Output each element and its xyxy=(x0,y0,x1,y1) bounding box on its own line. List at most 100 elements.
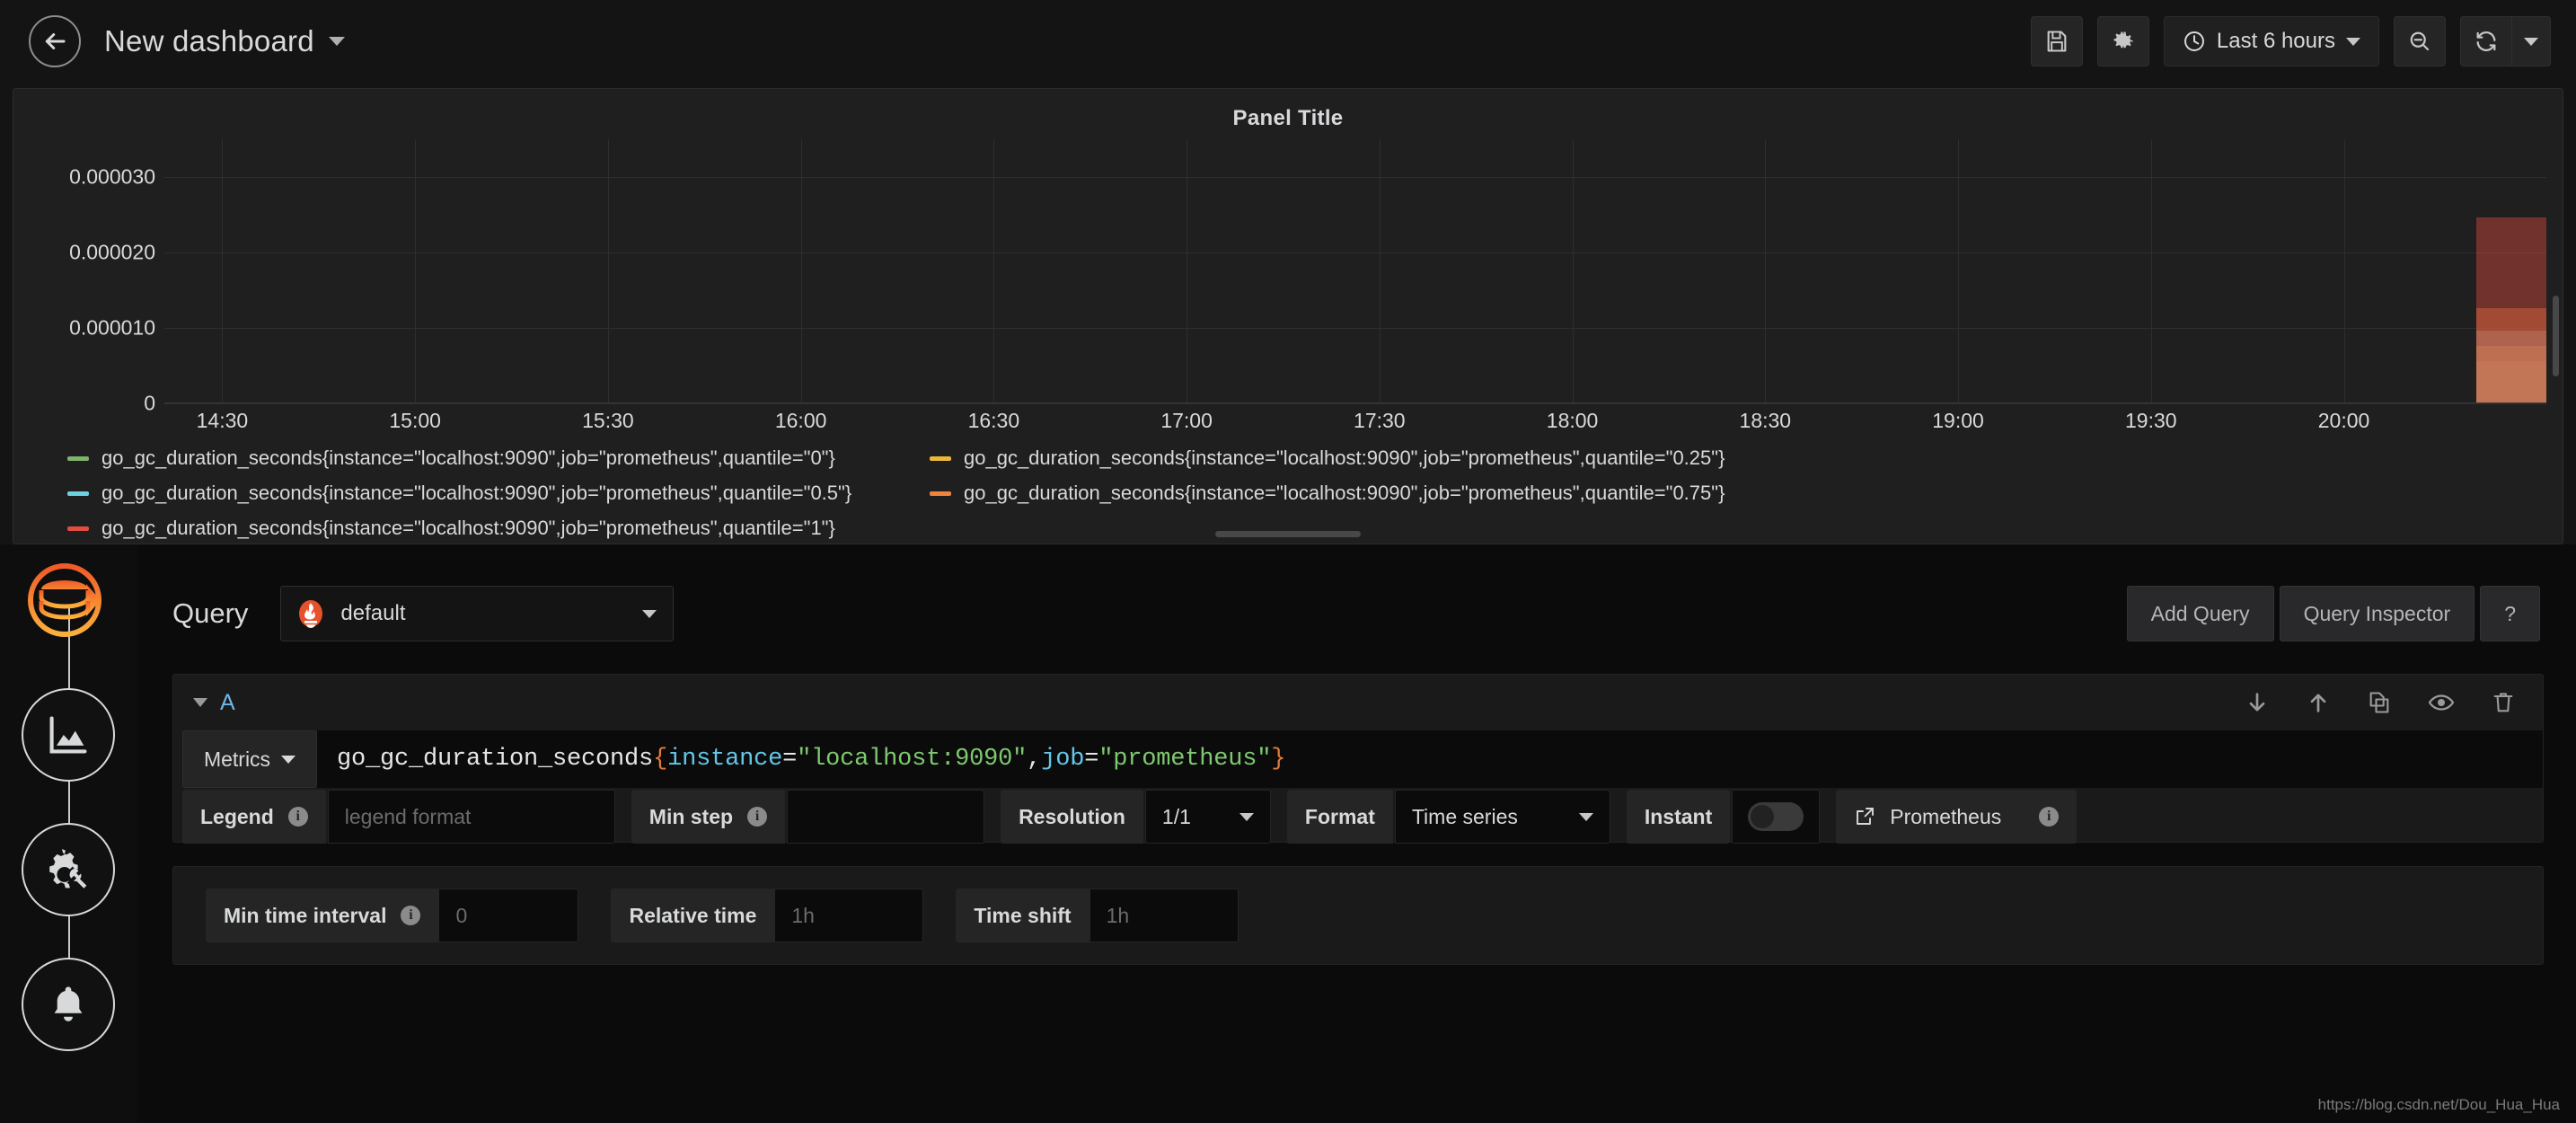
x-axis-tick-label: 17:30 xyxy=(1354,409,1406,433)
legend-color-swatch[interactable] xyxy=(67,526,89,531)
query-row-actions xyxy=(2245,690,2523,715)
expr-close-brace: } xyxy=(1271,746,1285,773)
datasource-picker[interactable]: default xyxy=(280,586,674,641)
expr-label-key-1: job xyxy=(1041,746,1084,773)
legend-series-name: go_gc_duration_seconds{instance="localho… xyxy=(964,482,1725,505)
chevron-down-icon xyxy=(281,756,296,764)
remove-query-button[interactable] xyxy=(2491,690,2516,715)
info-icon[interactable]: i xyxy=(2039,807,2059,827)
legend-color-swatch[interactable] xyxy=(930,456,951,461)
legend-row: go_gc_duration_seconds{instance="localho… xyxy=(67,447,2510,470)
query-help-button[interactable]: ? xyxy=(2480,586,2540,641)
top-navbar: New dashboard Last 6 hours xyxy=(0,0,2576,83)
resolution-label: Resolution xyxy=(1001,790,1143,844)
prometheus-external-link[interactable]: Prometheus i xyxy=(1836,790,2077,844)
database-icon xyxy=(22,553,115,647)
info-icon[interactable]: i xyxy=(288,807,308,827)
min-step-label-text: Min step xyxy=(649,805,733,829)
query-expression-input[interactable]: go_gc_duration_seconds{instance="localho… xyxy=(317,730,2543,788)
graph-panel: Panel Title 00.0000100.0000200.000030 14… xyxy=(13,88,2563,544)
relative-time-input[interactable]: 1h xyxy=(774,889,923,942)
vertical-gridline xyxy=(1573,139,1574,402)
query-section-label: Query xyxy=(172,597,248,630)
resolution-label-text: Resolution xyxy=(1019,805,1125,829)
x-axis-tick-label: 15:00 xyxy=(389,409,441,433)
instant-toggle[interactable] xyxy=(1732,790,1820,844)
legend-row: go_gc_duration_seconds{instance="localho… xyxy=(67,482,2510,505)
legend-item[interactable]: go_gc_duration_seconds{instance="localho… xyxy=(67,517,930,540)
sidebar-item-panel-settings[interactable] xyxy=(22,823,115,916)
sidebar-item-datasource[interactable] xyxy=(22,553,115,647)
external-link-icon xyxy=(1854,806,1875,827)
editor-sidebar xyxy=(0,544,137,1123)
vertical-gridline xyxy=(608,139,609,402)
navbar-actions: Last 6 hours xyxy=(2031,16,2551,66)
chevron-down-icon xyxy=(1239,813,1254,821)
vertical-gridline xyxy=(993,139,994,402)
panel-title: Panel Title xyxy=(13,89,2563,131)
plot-area[interactable] xyxy=(164,139,2546,403)
sidebar-item-visualization[interactable] xyxy=(22,688,115,782)
arrow-up-icon xyxy=(2306,690,2331,715)
panel-horizontal-scrollbar[interactable] xyxy=(1215,531,1361,537)
toggle-switch[interactable] xyxy=(1748,802,1804,831)
min-time-interval-input[interactable]: 0 xyxy=(438,889,578,942)
vertical-gridline xyxy=(1958,139,1959,402)
expr-eq-0: = xyxy=(782,746,797,773)
sidebar-connector-line xyxy=(68,598,70,1012)
vertical-gridline xyxy=(415,139,416,402)
duplicate-query-button[interactable] xyxy=(2367,690,2392,715)
zoom-out-button[interactable] xyxy=(2394,16,2446,66)
format-select[interactable]: Time series xyxy=(1395,790,1610,844)
move-query-up-button[interactable] xyxy=(2306,690,2331,715)
legend-series-name: go_gc_duration_seconds{instance="localho… xyxy=(101,447,835,470)
x-axis-tick-label: 19:00 xyxy=(1932,409,1984,433)
legend-color-swatch[interactable] xyxy=(67,491,89,496)
info-icon[interactable]: i xyxy=(401,906,420,925)
time-range-picker[interactable]: Last 6 hours xyxy=(2164,16,2379,66)
legend-item[interactable]: go_gc_duration_seconds{instance="localho… xyxy=(67,482,930,505)
relative-time-placeholder: 1h xyxy=(791,904,815,928)
panel-vertical-scrollbar[interactable] xyxy=(2553,296,2559,376)
info-icon[interactable]: i xyxy=(747,807,767,827)
query-editor-header: Query default Add Query Query Inspector … xyxy=(172,579,2540,649)
dashboard-settings-button[interactable] xyxy=(2097,16,2149,66)
vertical-gridline xyxy=(1380,139,1381,402)
legend-color-swatch[interactable] xyxy=(930,491,951,496)
refresh-interval-dropdown[interactable] xyxy=(2511,16,2551,66)
graph-area: 00.0000100.0000200.000030 14:3015:0015:3… xyxy=(13,139,2564,445)
format-label-text: Format xyxy=(1305,805,1375,829)
query-inspector-button[interactable]: Query Inspector xyxy=(2280,586,2475,641)
move-query-down-button[interactable] xyxy=(2245,690,2270,715)
collapse-query-icon[interactable] xyxy=(193,698,207,707)
legend-item[interactable]: go_gc_duration_seconds{instance="localho… xyxy=(930,482,1725,505)
legend-item[interactable]: go_gc_duration_seconds{instance="localho… xyxy=(67,447,930,470)
legend-item[interactable]: go_gc_duration_seconds{instance="localho… xyxy=(930,447,1725,470)
legend-label-text: Legend xyxy=(200,805,274,829)
refresh-button[interactable] xyxy=(2460,16,2511,66)
back-button[interactable] xyxy=(29,15,81,67)
horizontal-gridline xyxy=(164,177,2546,178)
sidebar-item-alert[interactable] xyxy=(22,958,115,1051)
legend-format-input[interactable]: legend format xyxy=(328,790,615,844)
x-axis-tick-label: 15:30 xyxy=(582,409,634,433)
time-shift-input[interactable]: 1h xyxy=(1090,889,1239,942)
metrics-browser-button[interactable]: Metrics xyxy=(182,730,317,788)
toggle-query-visibility-button[interactable] xyxy=(2428,690,2455,715)
query-ref-id[interactable]: A xyxy=(220,690,235,716)
query-row-header: A xyxy=(173,675,2543,730)
relative-time-label-text: Relative time xyxy=(629,904,756,928)
legend-label: Legend i xyxy=(182,790,326,844)
dashboard-menu-caret-icon[interactable] xyxy=(329,37,345,46)
horizontal-gridline xyxy=(164,252,2546,253)
min-time-interval-option: Min time interval i 0 xyxy=(206,889,578,942)
legend-color-swatch[interactable] xyxy=(67,456,89,461)
add-query-button[interactable]: Add Query xyxy=(2127,586,2274,641)
min-step-input[interactable] xyxy=(787,790,984,844)
save-dashboard-button[interactable] xyxy=(2031,16,2083,66)
time-shift-label-text: Time shift xyxy=(974,904,1071,928)
time-shift-option: Time shift 1h xyxy=(956,889,1238,942)
expr-metric: go_gc_duration_seconds xyxy=(337,746,653,773)
y-axis-tick-label: 0 xyxy=(144,392,155,416)
resolution-select[interactable]: 1/1 xyxy=(1145,790,1271,844)
